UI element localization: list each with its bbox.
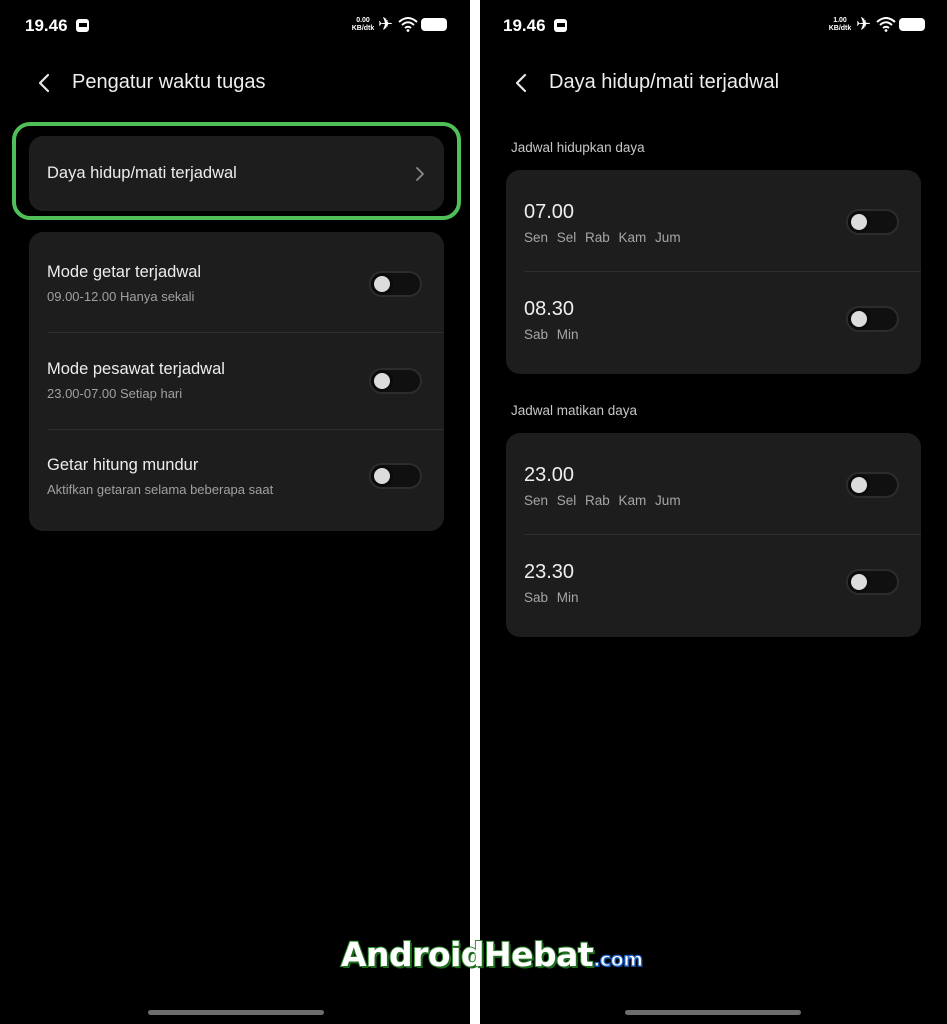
net-speed-value: 1.00 — [833, 17, 847, 24]
home-indicator[interactable] — [625, 1010, 801, 1015]
schedule-toggle[interactable] — [846, 569, 899, 595]
schedule-toggle[interactable] — [846, 306, 899, 332]
watermark-main: AndroidHebat — [340, 934, 595, 975]
toggle-knob — [374, 468, 390, 484]
vibrate-mode-toggle[interactable] — [369, 271, 422, 297]
toggle-knob — [851, 477, 867, 493]
countdown-vibrate-toggle[interactable] — [369, 463, 422, 489]
net-speed: 1.00 KB/dtk — [826, 17, 854, 33]
watermark-suffix: .com — [593, 948, 644, 971]
power-off-schedule-card: 23.00 Sen Sel Rab Kam Jum 23.30 Sab Min — [506, 433, 921, 637]
wifi-icon — [876, 17, 896, 32]
net-speed-value: 0.00 — [356, 17, 370, 24]
section-label-power-on: Jadwal hidupkan daya — [511, 140, 645, 155]
schedule-days: Sab Min — [524, 590, 579, 605]
settings-card: Mode getar terjadwal 09.00-12.00 Hanya s… — [29, 232, 444, 531]
list-item-label: Mode pesawat terjadwal — [47, 360, 225, 378]
list-item-label: Mode getar terjadwal — [47, 263, 202, 281]
list-item-airplane-mode[interactable]: Mode pesawat terjadwal 23.00-07.00 Setia… — [29, 333, 444, 429]
list-item-label: Getar hitung mundur — [47, 456, 199, 474]
net-speed-unit: KB/dtk — [828, 25, 852, 32]
power-on-schedule-card: 07.00 Sen Sel Rab Kam Jum 08.30 Sab Min — [506, 170, 921, 374]
schedule-row[interactable]: 07.00 Sen Sel Rab Kam Jum — [506, 170, 921, 271]
app-header: Pengatur waktu tugas — [0, 66, 470, 100]
app-header: Daya hidup/mati terjadwal — [480, 66, 947, 100]
status-bar: 19.46 1.00 KB/dtk ✈ — [480, 14, 947, 38]
schedule-time: 08.30 — [524, 298, 575, 320]
toggle-knob — [374, 276, 390, 292]
schedule-row[interactable]: 23.00 Sen Sel Rab Kam Jum — [506, 433, 921, 534]
toggle-knob — [374, 373, 390, 389]
schedule-row[interactable]: 23.30 Sab Min — [506, 535, 921, 637]
schedule-days: Sen Sel Rab Kam Jum — [524, 493, 681, 508]
wifi-icon — [398, 17, 418, 32]
list-item-subtitle: Aktifkan getaran selama beberapa saat — [47, 482, 274, 497]
status-time: 19.46 — [25, 16, 68, 35]
battery-icon — [899, 18, 925, 31]
back-arrow-icon[interactable] — [34, 72, 56, 94]
left-phone-screen: 19.46 0.00 KB/dtk ✈ Pengatur waktu tugas… — [0, 0, 470, 1024]
section-label-power-off: Jadwal matikan daya — [511, 403, 638, 418]
toggle-knob — [851, 214, 867, 230]
airplane-icon: ✈ — [378, 14, 394, 34]
status-bar: 19.46 0.00 KB/dtk ✈ — [0, 14, 470, 38]
airplane-icon: ✈ — [856, 14, 872, 34]
airplane-mode-toggle[interactable] — [369, 368, 422, 394]
net-speed: 0.00 KB/dtk — [349, 17, 377, 33]
toggle-knob — [851, 574, 867, 590]
schedule-time: 07.00 — [524, 201, 575, 223]
battery-icon — [421, 18, 447, 31]
schedule-time: 23.00 — [524, 464, 575, 486]
list-item-countdown-vibrate[interactable]: Getar hitung mundur Aktifkan getaran sel… — [29, 430, 444, 531]
schedule-time: 23.30 — [524, 561, 575, 583]
right-phone-screen: 19.46 1.00 KB/dtk ✈ Daya hidup/mati terj… — [480, 0, 947, 1024]
home-indicator[interactable] — [148, 1010, 324, 1015]
list-item-subtitle: 23.00-07.00 Setiap hari — [47, 386, 183, 401]
schedule-toggle[interactable] — [846, 209, 899, 235]
schedule-days: Sab Min — [524, 327, 579, 342]
page-title: Daya hidup/mati terjadwal — [549, 71, 780, 93]
notification-icon — [76, 19, 89, 32]
watermark-logo: AndroidHebat.com — [340, 934, 644, 975]
list-item-vibrate-mode[interactable]: Mode getar terjadwal 09.00-12.00 Hanya s… — [29, 232, 444, 332]
notification-icon — [554, 19, 567, 32]
list-item-subtitle: 09.00-12.00 Hanya sekali — [47, 289, 195, 304]
highlight-frame — [12, 122, 461, 220]
page-title: Pengatur waktu tugas — [72, 71, 266, 93]
toggle-knob — [851, 311, 867, 327]
back-arrow-icon[interactable] — [511, 72, 533, 94]
schedule-row[interactable]: 08.30 Sab Min — [506, 272, 921, 374]
schedule-toggle[interactable] — [846, 472, 899, 498]
net-speed-unit: KB/dtk — [351, 25, 375, 32]
schedule-days: Sen Sel Rab Kam Jum — [524, 230, 681, 245]
status-time: 19.46 — [503, 16, 546, 35]
